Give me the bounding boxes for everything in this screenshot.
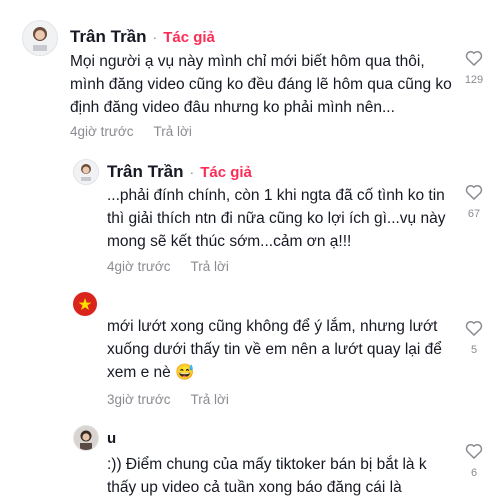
like-button[interactable]: 6 bbox=[460, 441, 488, 479]
timestamp: 4giờ trước bbox=[70, 124, 134, 139]
comment-3: mới lướt xong cũng không để ý lắm, nhưng… bbox=[0, 280, 498, 415]
heart-outline-icon bbox=[465, 51, 483, 66]
username[interactable]: u bbox=[107, 430, 116, 447]
username[interactable]: Trân Trần bbox=[70, 27, 147, 47]
like-button[interactable]: 5 bbox=[460, 318, 488, 356]
like-count: 67 bbox=[467, 208, 481, 220]
flag-avatar-icon bbox=[73, 292, 97, 316]
heart-outline-icon bbox=[465, 444, 483, 459]
timestamp: 4giờ trước bbox=[107, 259, 171, 274]
comment-text: ...phải đính chính, còn 1 khi ngta đã cố… bbox=[107, 187, 446, 250]
like-button[interactable]: 67 bbox=[460, 182, 488, 220]
profile-avatar-icon bbox=[23, 21, 57, 55]
heart-outline-icon bbox=[465, 185, 483, 200]
hidden-username bbox=[104, 288, 274, 314]
avatar[interactable] bbox=[73, 292, 97, 316]
avatar[interactable] bbox=[73, 425, 99, 451]
author-badge: Tác giả bbox=[200, 163, 252, 181]
like-count: 6 bbox=[470, 467, 478, 479]
separator-dot: · bbox=[152, 29, 158, 45]
avatar[interactable] bbox=[73, 159, 99, 185]
reply-button[interactable]: Trả lời bbox=[191, 392, 229, 407]
comment-4: u :)) Điểm chung của mấy tiktoker bán bị… bbox=[0, 415, 498, 498]
reply-button[interactable]: Trả lời bbox=[154, 124, 192, 139]
comment-text: Mọi người ạ vụ này mình chỉ mới biết hôm… bbox=[70, 53, 452, 116]
comment-text: mới lướt xong cũng không để ý lắm, nhưng… bbox=[107, 318, 442, 381]
like-count: 5 bbox=[470, 344, 478, 356]
like-button[interactable]: 129 bbox=[460, 48, 488, 86]
avatar[interactable] bbox=[22, 20, 58, 56]
profile-avatar-icon bbox=[74, 160, 98, 184]
separator-dot: · bbox=[189, 164, 195, 180]
reply-button[interactable]: Trả lời bbox=[191, 259, 229, 274]
like-count: 129 bbox=[464, 74, 484, 86]
heart-outline-icon bbox=[465, 321, 483, 336]
comment-2: Trân Trần · Tác giả ...phải đính chính, … bbox=[0, 150, 498, 280]
profile-avatar-icon bbox=[74, 426, 98, 450]
comment-1: Trân Trần · Tác giả Mọi người ạ vụ này m… bbox=[0, 0, 498, 150]
comment-text: :)) Điểm chung của mấy tiktoker bán bị b… bbox=[107, 456, 427, 496]
username[interactable]: Trân Trần bbox=[107, 162, 184, 182]
author-badge: Tác giả bbox=[163, 28, 215, 46]
timestamp: 3giờ trước bbox=[107, 392, 171, 407]
